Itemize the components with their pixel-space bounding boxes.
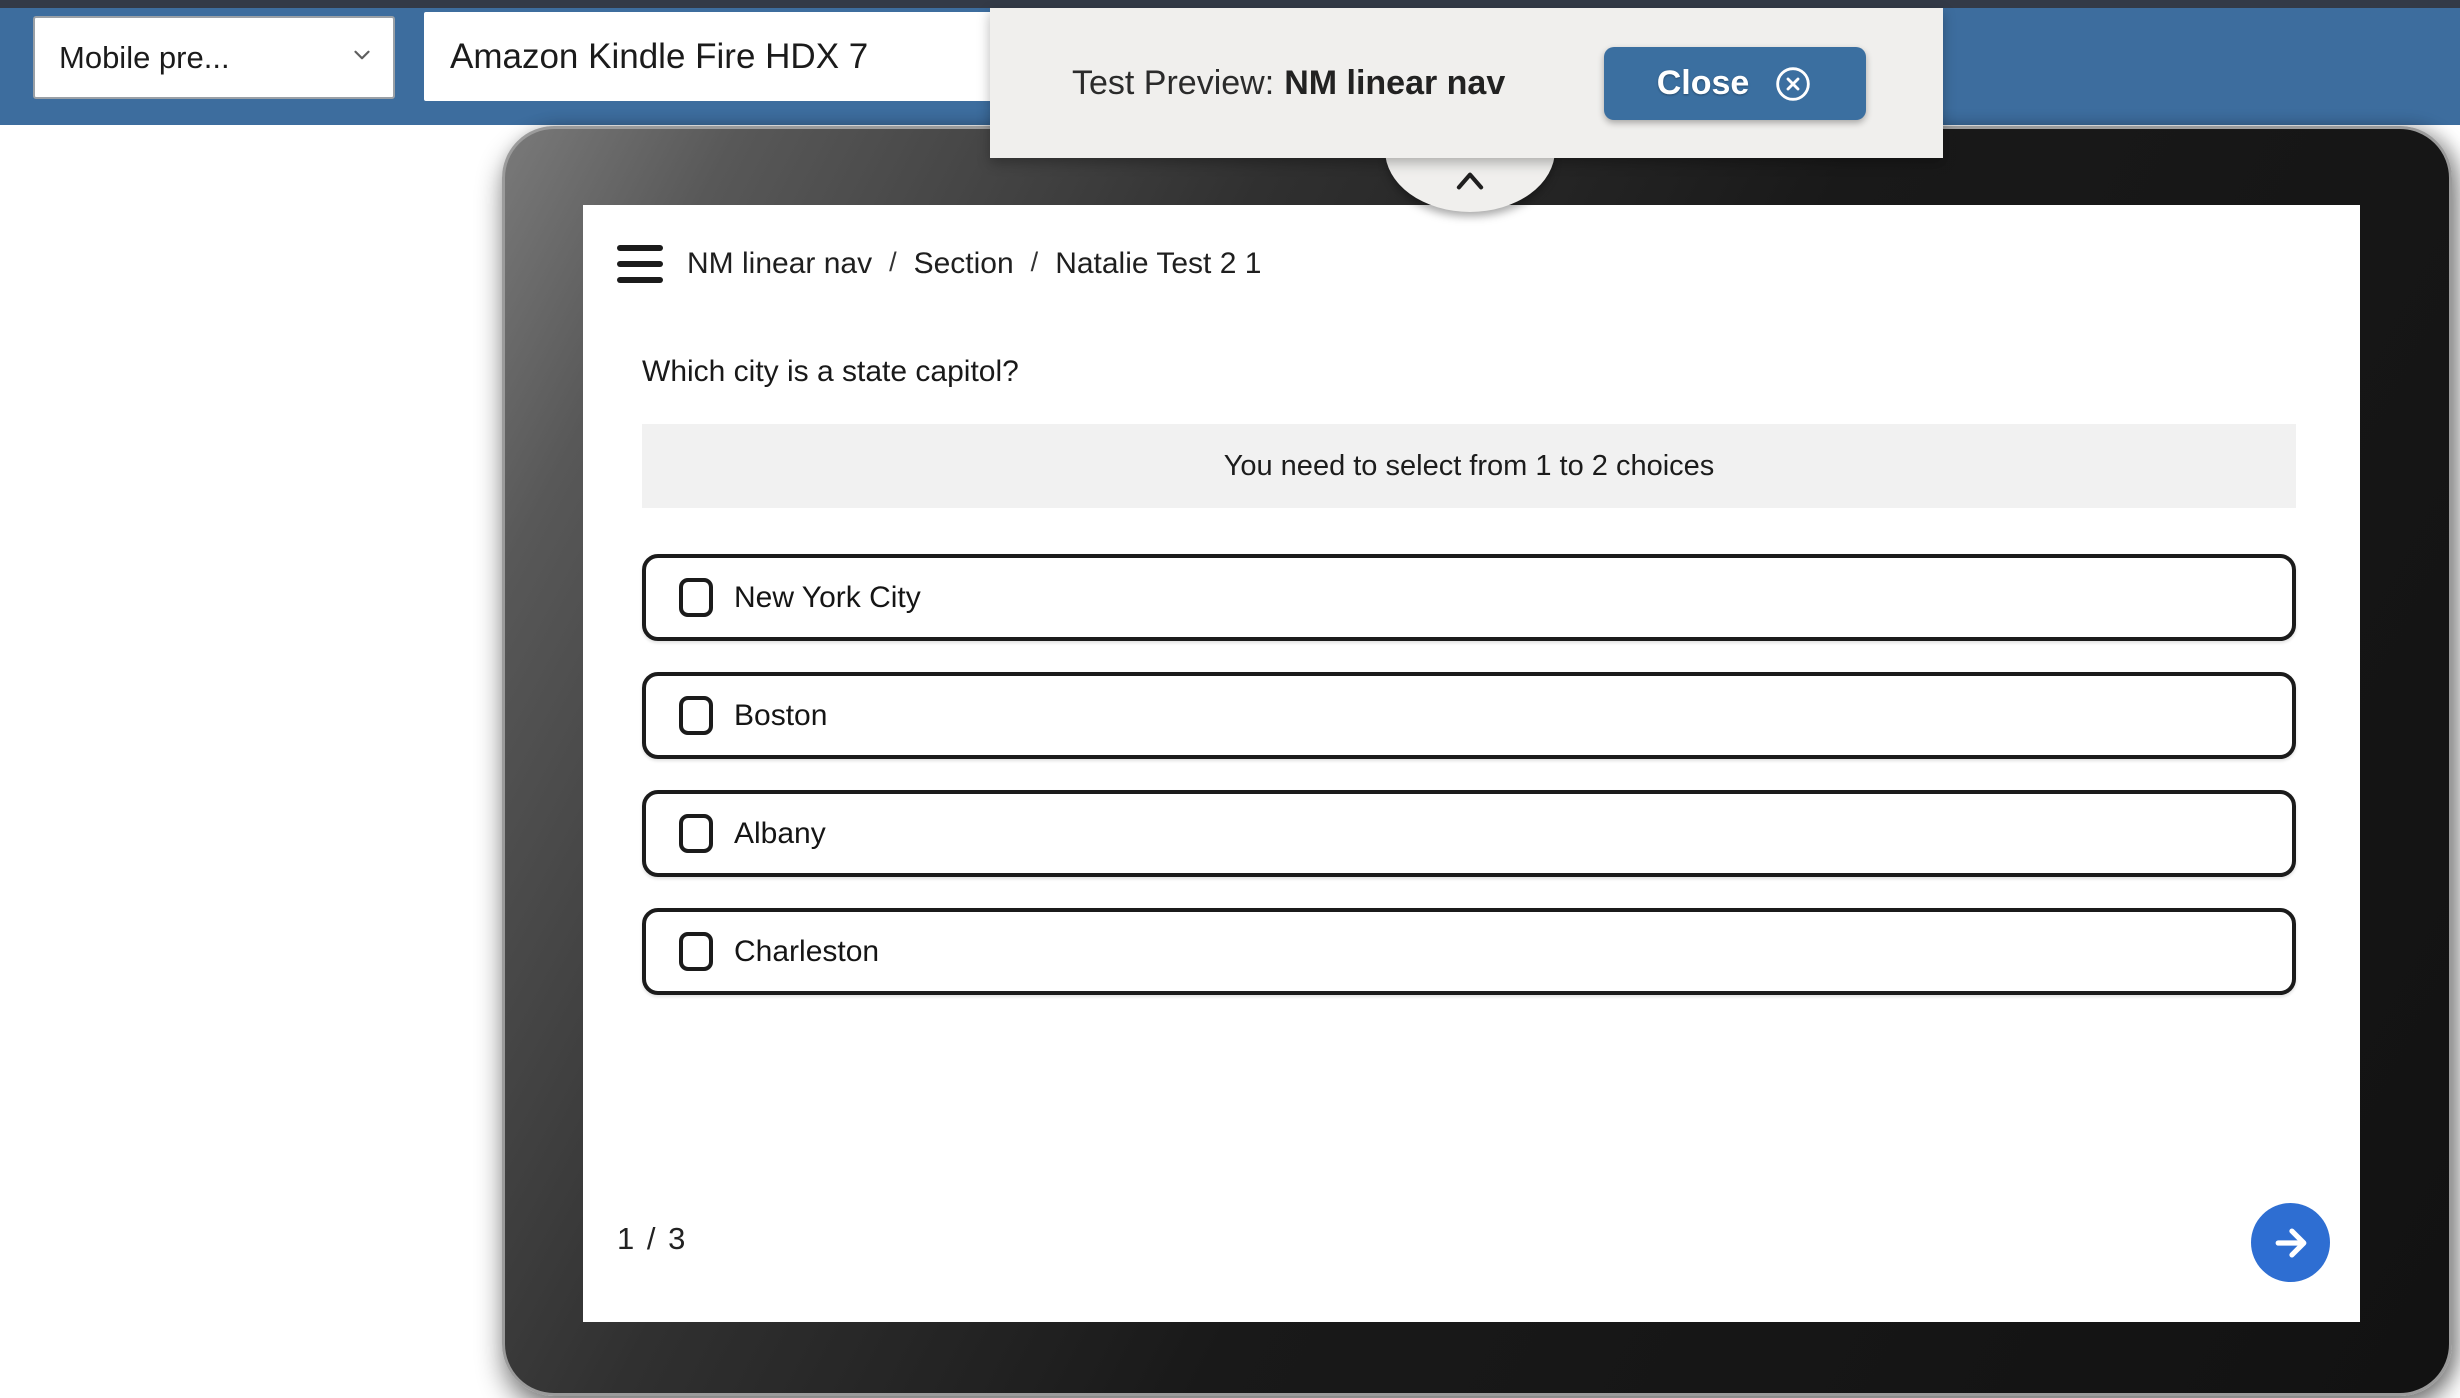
choice-label: Boston (734, 699, 827, 733)
arrow-right-icon (2269, 1221, 2313, 1265)
preview-mode-value: Mobile pre... (59, 40, 230, 76)
choice-label: Albany (734, 817, 826, 851)
hamburger-menu-icon[interactable] (617, 245, 663, 283)
test-preview-page: Mobile pre... Amazon Kindle Fire HDX 7 N… (0, 0, 2460, 1398)
choice-option[interactable]: Charleston (642, 908, 2296, 995)
choice-list: New York City Boston Albany Charleston (642, 554, 2296, 1026)
choice-option[interactable]: Boston (642, 672, 2296, 759)
breadcrumb-section: Section (914, 247, 1014, 281)
choice-label: Charleston (734, 935, 879, 969)
banner-test-name: NM linear nav (1284, 64, 1505, 102)
banner-title: Test Preview: NM linear nav (1072, 64, 1505, 103)
choice-option[interactable]: Albany (642, 790, 2296, 877)
banner-title-prefix: Test Preview: (1072, 64, 1274, 102)
test-preview-banner: Test Preview: NM linear nav Close (990, 8, 1943, 158)
breadcrumb: NM linear nav / Section / Natalie Test 2… (687, 243, 1261, 285)
selection-hint-text: You need to select from 1 to 2 choices (1224, 450, 1715, 483)
breadcrumb-separator: / (1031, 247, 1039, 278)
page-indicator: 1 / 3 (617, 1221, 687, 1257)
browser-top-strip (0, 0, 2460, 8)
preview-mode-select[interactable]: Mobile pre... (33, 16, 395, 99)
checkbox-icon[interactable] (679, 814, 713, 853)
breadcrumb-separator: / (889, 247, 897, 278)
selection-hint: You need to select from 1 to 2 choices (642, 424, 2296, 508)
next-button[interactable] (2251, 1203, 2330, 1282)
close-preview-button[interactable]: Close (1604, 47, 1866, 120)
tablet-screen: NM linear nav / Section / Natalie Test 2… (583, 205, 2360, 1322)
breadcrumb-item: Natalie Test 2 1 (1055, 247, 1261, 281)
device-select-value: Amazon Kindle Fire HDX 7 (450, 37, 868, 77)
checkbox-icon[interactable] (679, 696, 713, 735)
chevron-down-icon (349, 40, 375, 76)
breadcrumb-test: NM linear nav (687, 247, 872, 281)
choice-option[interactable]: New York City (642, 554, 2296, 641)
close-button-label: Close (1657, 64, 1750, 103)
checkbox-icon[interactable] (679, 932, 713, 971)
question-text: Which city is a state capitol? (642, 355, 1019, 389)
choice-label: New York City (734, 581, 921, 615)
checkbox-icon[interactable] (679, 578, 713, 617)
close-circle-icon (1773, 64, 1813, 104)
